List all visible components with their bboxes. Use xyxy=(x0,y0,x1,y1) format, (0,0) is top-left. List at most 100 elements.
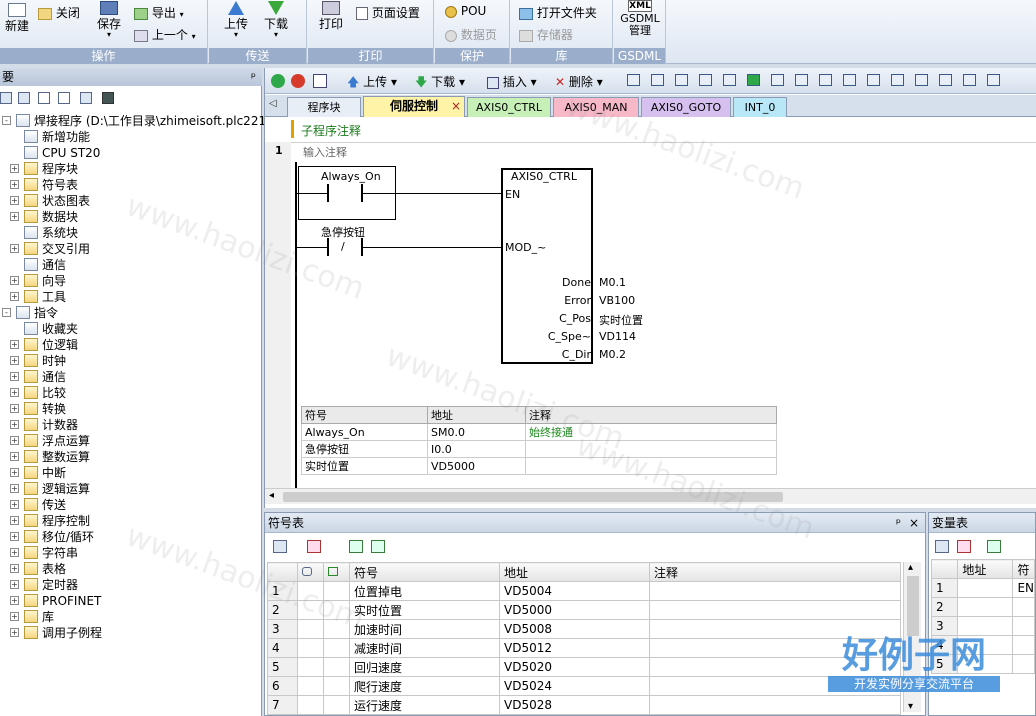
symbol-cell[interactable] xyxy=(1012,635,1035,655)
box-output-value[interactable]: 实时位置 xyxy=(599,312,643,328)
info-cell[interactable] xyxy=(297,581,324,601)
tree-item[interactable]: + 状态图表 xyxy=(0,193,262,209)
table-row[interactable]: 2 xyxy=(930,597,1035,617)
prev-button[interactable]: 上一个 ▾ xyxy=(134,26,196,43)
tree-item[interactable]: + PROFINET xyxy=(0,593,262,609)
pin-icon[interactable]: ᵖ xyxy=(251,68,256,86)
symbol-cell[interactable]: 位置掉电 xyxy=(349,581,500,601)
unlock-icon[interactable] xyxy=(795,74,808,86)
user-icon[interactable] xyxy=(819,74,832,86)
expand-icon[interactable]: + xyxy=(10,372,19,381)
address-cell[interactable]: VD5004 xyxy=(499,581,650,601)
expand-icon[interactable]: + xyxy=(10,612,19,621)
gsdml-manage-button[interactable]: XML GSDML 管理 xyxy=(620,0,660,36)
expand-icon[interactable]: + xyxy=(10,388,19,397)
tree-view-icon[interactable] xyxy=(0,92,12,104)
tree-item[interactable]: + 位逻辑 xyxy=(0,337,262,353)
new-button[interactable]: 新建 xyxy=(2,2,32,34)
symbol-cell[interactable] xyxy=(1012,616,1035,636)
lock-icon[interactable] xyxy=(771,74,784,86)
table-row[interactable]: 7 运行速度 VD5028 xyxy=(267,695,901,715)
symbol-cell[interactable] xyxy=(1012,597,1035,617)
expand-icon[interactable]: + xyxy=(10,404,19,413)
tab-axis0-ctrl[interactable]: AXIS0_CTRL xyxy=(467,97,551,117)
expand-icon[interactable]: + xyxy=(10,340,19,349)
var-col-address[interactable]: 地址 xyxy=(957,559,1014,579)
info-cell[interactable] xyxy=(297,638,324,658)
tree-item[interactable]: - 指令 xyxy=(0,305,262,321)
tab-axis0-goto[interactable]: AXIS0_GOTO xyxy=(641,97,731,117)
col-comment[interactable]: 注释 xyxy=(649,562,901,582)
table-row[interactable]: 6 爬行速度 VD5024 xyxy=(267,676,901,696)
scroll-down-icon[interactable]: ▾ xyxy=(908,701,913,712)
symbol-cell[interactable]: 运行速度 xyxy=(349,695,500,715)
tree-page-icon[interactable] xyxy=(38,92,50,104)
tree-item[interactable]: + 库 xyxy=(0,609,262,625)
tree-item[interactable]: + 数据块 xyxy=(0,209,262,225)
expand-icon[interactable]: + xyxy=(10,516,19,525)
pin-icon[interactable]: ᵖ xyxy=(896,513,901,533)
box-output-value[interactable]: VB100 xyxy=(599,294,635,307)
apply-var-icon[interactable] xyxy=(987,540,1001,553)
status-cell[interactable] xyxy=(323,695,350,715)
export-button[interactable]: 导出 ▾ xyxy=(134,4,184,21)
branch-up-icon[interactable] xyxy=(891,74,904,86)
tree-item[interactable]: + 向导 xyxy=(0,273,262,289)
box-output-value[interactable]: VD114 xyxy=(599,330,636,343)
contact-icon[interactable] xyxy=(939,74,952,86)
address-cell[interactable]: VD5012 xyxy=(499,638,650,658)
symbol-cell[interactable]: 爬行速度 xyxy=(349,676,500,696)
insert-var-icon[interactable] xyxy=(935,540,949,553)
info-cell[interactable] xyxy=(297,619,324,639)
tree-collapse-icon[interactable] xyxy=(18,92,30,104)
tree-item[interactable]: 系统块 xyxy=(0,225,262,241)
address-cell[interactable]: VD5028 xyxy=(499,695,650,715)
status-cell[interactable] xyxy=(323,638,350,658)
comment-cell[interactable] xyxy=(649,581,901,601)
symbol-cell[interactable] xyxy=(1012,654,1035,674)
expand-icon[interactable]: + xyxy=(10,212,19,221)
expand-icon[interactable]: + xyxy=(10,484,19,493)
expand-icon[interactable]: + xyxy=(10,580,19,589)
box-icon[interactable] xyxy=(987,74,1000,86)
coil-icon[interactable] xyxy=(963,74,976,86)
symbol-cell[interactable]: 加速时间 xyxy=(349,619,500,639)
collapse-icon[interactable]: - xyxy=(2,116,11,125)
chart-icon[interactable] xyxy=(349,540,363,553)
tree-item[interactable]: 新增功能 xyxy=(0,129,262,145)
tree-item[interactable]: + 程序控制 xyxy=(0,513,262,529)
expand-icon[interactable]: + xyxy=(10,164,19,173)
tab-axis0-man[interactable]: AXIS0_MAN xyxy=(553,97,639,117)
tree-monitor-icon[interactable] xyxy=(102,92,114,104)
expand-icon[interactable]: + xyxy=(10,628,19,637)
address-cell[interactable]: VD5024 xyxy=(499,676,650,696)
apply-icon[interactable] xyxy=(371,540,385,553)
tree-item[interactable]: 收藏夹 xyxy=(0,321,262,337)
tree-item[interactable]: CPU ST20 xyxy=(0,145,262,161)
tree-item[interactable]: + 计数器 xyxy=(0,417,262,433)
table-row[interactable]: 5 回归速度 VD5020 xyxy=(267,657,901,677)
tab-int0[interactable]: INT_0 xyxy=(733,97,787,117)
address-cell[interactable]: VD5008 xyxy=(499,619,650,639)
insert-rung-icon[interactable] xyxy=(651,74,664,86)
table-row[interactable]: 1 位置掉电 VD5004 xyxy=(267,581,901,601)
expand-icon[interactable]: + xyxy=(10,244,19,253)
tree-item[interactable]: + 程序块 xyxy=(0,161,262,177)
box-output-value[interactable]: M0.1 xyxy=(599,276,626,289)
delete-button[interactable]: ✕ 删除 ▾ xyxy=(555,73,603,90)
close-button[interactable]: 关闭 xyxy=(38,4,80,21)
cut-icon[interactable] xyxy=(723,74,736,86)
address-cell[interactable]: VD5000 xyxy=(499,600,650,620)
tree-item[interactable]: + 传送 xyxy=(0,497,262,513)
tree-item[interactable]: + 工具 xyxy=(0,289,262,305)
expand-icon[interactable]: + xyxy=(10,500,19,509)
tree-doc-icon[interactable] xyxy=(58,92,70,104)
info-cell[interactable] xyxy=(297,676,324,696)
table-row[interactable]: 2 实时位置 VD5000 xyxy=(267,600,901,620)
symbol-cell[interactable]: 回归速度 xyxy=(349,657,500,677)
tab-servo-control[interactable]: 伺服控制 × xyxy=(363,96,465,117)
table-row[interactable]: 1 EN xyxy=(930,578,1035,598)
table-row[interactable]: 3 xyxy=(930,616,1035,636)
expand-icon[interactable]: + xyxy=(10,548,19,557)
insert-button[interactable]: 插入 ▾ xyxy=(487,73,537,90)
